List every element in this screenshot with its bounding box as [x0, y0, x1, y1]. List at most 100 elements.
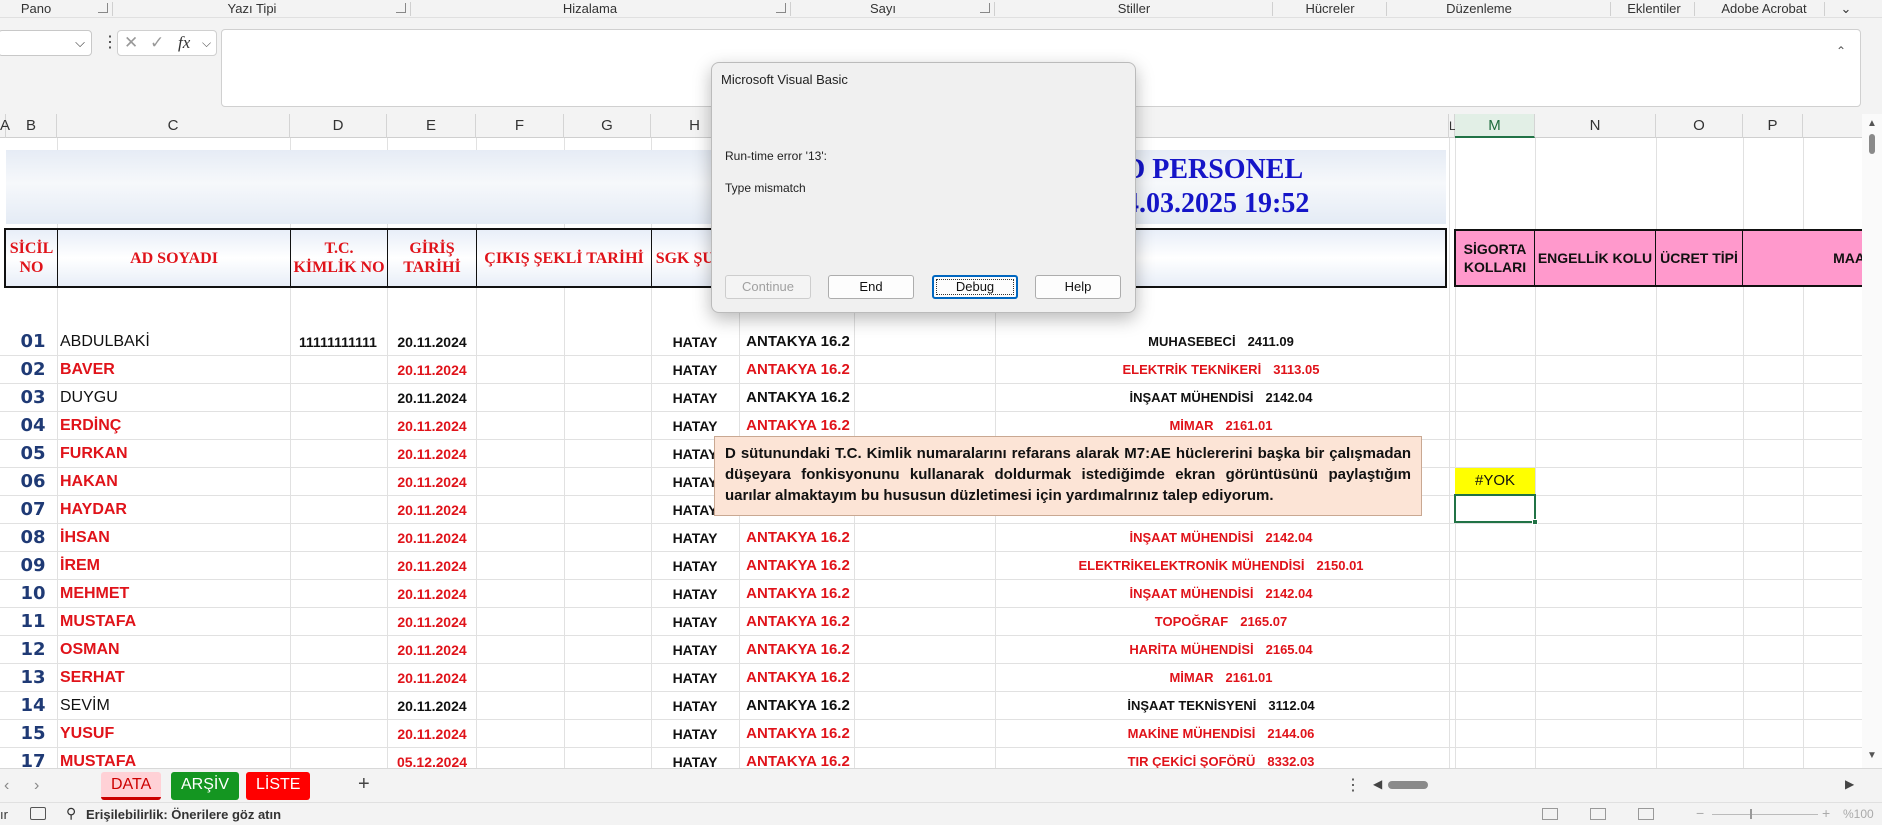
- cell-tc-kimlik-no[interactable]: [292, 664, 384, 692]
- cell-meslek[interactable]: TIR ÇEKİCİ ŞOFÖRÜ 8332.03: [996, 748, 1446, 768]
- cell-name[interactable]: ERDİNÇ: [60, 412, 288, 440]
- cell-meslek[interactable]: İNŞAAT MÜHENDİSİ 2142.04: [996, 524, 1446, 552]
- selected-cell[interactable]: [1454, 494, 1538, 525]
- cell-il[interactable]: HATAY: [652, 720, 738, 748]
- dialog-launcher-icon[interactable]: [776, 3, 786, 13]
- zoom-in-icon[interactable]: +: [1822, 805, 1830, 821]
- cell-meslek[interactable]: İNŞAAT TEKNİSYENİ 3112.04: [996, 692, 1446, 720]
- chevron-down-icon[interactable]: ⌵: [75, 35, 85, 51]
- column-header-n[interactable]: N: [1535, 114, 1656, 138]
- column-header-p[interactable]: P: [1743, 114, 1803, 138]
- cell-giris-tarihi[interactable]: 20.11.2024: [388, 384, 476, 412]
- cell-tc-kimlik-no[interactable]: [292, 412, 384, 440]
- cell-il[interactable]: HATAY: [652, 328, 738, 356]
- cell-meslek[interactable]: ELEKTRİKELEKTRONİK MÜHENDİSİ 2150.01: [996, 552, 1446, 580]
- cell-sicil-no[interactable]: 08: [10, 524, 56, 552]
- cell-il[interactable]: HATAY: [652, 356, 738, 384]
- cell-tc-kimlik-no[interactable]: [292, 692, 384, 720]
- cell-tc-kimlik-no[interactable]: [292, 468, 384, 496]
- scroll-left-icon[interactable]: ◀: [1373, 777, 1382, 791]
- cell-tc-kimlik-no[interactable]: [292, 496, 384, 524]
- more-options-icon[interactable]: ⋮: [102, 32, 118, 52]
- cell-sicil-no[interactable]: 09: [10, 552, 56, 580]
- cell-giris-tarihi[interactable]: 20.11.2024: [388, 356, 476, 384]
- sheet-tab-arsiv[interactable]: ARŞİV: [171, 772, 240, 800]
- dialog-launcher-icon[interactable]: [980, 3, 990, 13]
- cell-il[interactable]: HATAY: [652, 664, 738, 692]
- cell-giris-tarihi[interactable]: 20.11.2024: [388, 328, 476, 356]
- cell-tc-kimlik-no[interactable]: [292, 748, 384, 768]
- cell-il[interactable]: HATAY: [652, 580, 738, 608]
- cell-name[interactable]: İHSAN: [60, 524, 288, 552]
- cell-name[interactable]: HAYDAR: [60, 496, 288, 524]
- column-header-b[interactable]: B: [6, 114, 57, 138]
- cell-sgk-sube[interactable]: ANTAKYA 16.2: [742, 692, 854, 720]
- cell-il[interactable]: HATAY: [652, 552, 738, 580]
- cell-il[interactable]: HATAY: [652, 384, 738, 412]
- cell-giris-tarihi[interactable]: 05.12.2024: [388, 748, 476, 768]
- page-layout-view-icon[interactable]: [1590, 808, 1606, 820]
- cell-sicil-no[interactable]: 15: [10, 720, 56, 748]
- cell-sicil-no[interactable]: 02: [10, 356, 56, 384]
- cell-name[interactable]: HAKAN: [60, 468, 288, 496]
- cell-sicil-no[interactable]: 10: [10, 580, 56, 608]
- column-header-g[interactable]: G: [564, 114, 651, 138]
- cell-sicil-no[interactable]: 12: [10, 636, 56, 664]
- cell-name[interactable]: İREM: [60, 552, 288, 580]
- cell-meslek[interactable]: ELEKTRİK TEKNİKERİ 3113.05: [996, 356, 1446, 384]
- cell-il[interactable]: HATAY: [652, 636, 738, 664]
- scroll-up-icon[interactable]: ▲: [1867, 118, 1877, 129]
- cell-giris-tarihi[interactable]: 20.11.2024: [388, 664, 476, 692]
- cell-sicil-no[interactable]: 11: [10, 608, 56, 636]
- cell-tc-kimlik-no[interactable]: 11111111111: [292, 328, 384, 356]
- cell-meslek[interactable]: MUHASEBECİ 2411.09: [996, 328, 1446, 356]
- scroll-right-icon[interactable]: ▶: [1845, 777, 1854, 791]
- cell-giris-tarihi[interactable]: 20.11.2024: [388, 412, 476, 440]
- column-header-c[interactable]: C: [57, 114, 290, 138]
- cell-tc-kimlik-no[interactable]: [292, 720, 384, 748]
- chevron-down-icon[interactable]: ⌵: [202, 36, 211, 51]
- cell-meslek[interactable]: İNŞAAT MÜHENDİSİ 2142.04: [996, 580, 1446, 608]
- cell-sgk-sube[interactable]: ANTAKYA 16.2: [742, 580, 854, 608]
- cell-tc-kimlik-no[interactable]: [292, 552, 384, 580]
- scroll-down-icon[interactable]: ▼: [1867, 750, 1877, 761]
- cell-sicil-no[interactable]: 07: [10, 496, 56, 524]
- fill-handle[interactable]: [1532, 519, 1538, 525]
- normal-view-icon[interactable]: [1542, 808, 1558, 820]
- cell-sicil-no[interactable]: 17: [10, 748, 56, 768]
- column-header-d[interactable]: D: [290, 114, 387, 138]
- cell-sicil-no[interactable]: 13: [10, 664, 56, 692]
- enter-icon[interactable]: ✓: [150, 33, 164, 53]
- sheet-tab-liste[interactable]: LİSTE: [246, 772, 311, 800]
- cell-sicil-no[interactable]: 01: [10, 328, 56, 356]
- collapse-formula-bar-icon[interactable]: ⌃: [1836, 44, 1846, 58]
- zoom-slider-knob[interactable]: [1750, 809, 1752, 819]
- cell-sgk-sube[interactable]: ANTAKYA 16.2: [742, 720, 854, 748]
- cell-sgk-sube[interactable]: ANTAKYA 16.2: [742, 748, 854, 768]
- sheet-tab-data[interactable]: DATA: [101, 772, 162, 800]
- cell-giris-tarihi[interactable]: 20.11.2024: [388, 440, 476, 468]
- cell-sicil-no[interactable]: 04: [10, 412, 56, 440]
- add-sheet-button[interactable]: +: [358, 773, 370, 796]
- cell-name[interactable]: YUSUF: [60, 720, 288, 748]
- cell-sgk-sube[interactable]: ANTAKYA 16.2: [742, 524, 854, 552]
- cell-sgk-sube[interactable]: ANTAKYA 16.2: [742, 608, 854, 636]
- cell-giris-tarihi[interactable]: 20.11.2024: [388, 552, 476, 580]
- page-break-view-icon[interactable]: [1638, 808, 1654, 820]
- cell-m7-value[interactable]: #YOK: [1455, 468, 1535, 494]
- cell-name[interactable]: MEHMET: [60, 580, 288, 608]
- column-header-f[interactable]: F: [476, 114, 564, 138]
- cell-name[interactable]: ABDULBAKİ: [60, 328, 288, 356]
- cancel-icon[interactable]: ✕: [124, 33, 138, 53]
- cell-tc-kimlik-no[interactable]: [292, 524, 384, 552]
- collapse-ribbon-icon[interactable]: ⌄: [1836, 0, 1856, 18]
- horizontal-scroll-thumb[interactable]: [1388, 781, 1428, 789]
- zoom-slider[interactable]: [1712, 814, 1818, 815]
- cell-meslek[interactable]: HARİTA MÜHENDİSİ 2165.04: [996, 636, 1446, 664]
- cell-giris-tarihi[interactable]: 20.11.2024: [388, 636, 476, 664]
- more-options-icon[interactable]: ⋮: [1345, 775, 1361, 795]
- dialog-launcher-icon[interactable]: [98, 3, 108, 13]
- cell-giris-tarihi[interactable]: 20.11.2024: [388, 608, 476, 636]
- cell-tc-kimlik-no[interactable]: [292, 636, 384, 664]
- cell-name[interactable]: OSMAN: [60, 636, 288, 664]
